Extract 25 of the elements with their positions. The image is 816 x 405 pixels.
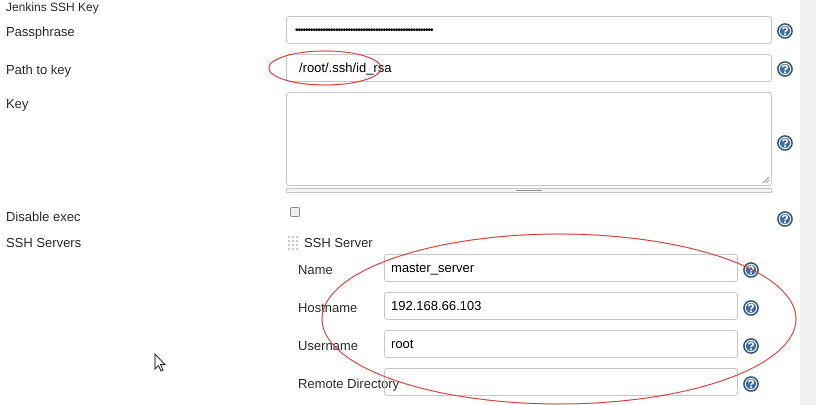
drag-handle-icon[interactable]: [288, 236, 298, 250]
section-title: Jenkins SSH Key: [6, 0, 100, 14]
field-label: Remote Directory: [298, 376, 400, 391]
help-icon[interactable]: [777, 61, 793, 77]
field-label: Key: [6, 96, 28, 111]
help-icon[interactable]: [743, 262, 759, 278]
field-label: Path to key: [6, 62, 72, 77]
password-field[interactable]: •••••••••••••••••••••••••••••••••••••••••••••••••••••••: [286, 16, 772, 44]
text-field[interactable]: root: [384, 330, 738, 358]
help-icon[interactable]: [777, 135, 793, 151]
resize-grip-icon[interactable]: [762, 176, 770, 184]
help-icon[interactable]: [777, 23, 793, 39]
mouse-cursor-icon: [154, 352, 166, 372]
server-title: SSH Server: [304, 234, 373, 252]
checkbox[interactable]: [290, 207, 300, 217]
field-label: Passphrase: [6, 24, 75, 39]
help-icon[interactable]: [743, 376, 759, 392]
text-field[interactable]: 192.168.66.103: [384, 292, 738, 320]
help-icon[interactable]: [777, 211, 793, 227]
field-label: SSH Servers: [6, 235, 82, 250]
field-label: Disable exec: [6, 209, 80, 224]
help-icon[interactable]: [743, 338, 759, 354]
text-field[interactable]: master_server: [384, 254, 738, 282]
help-icon[interactable]: [743, 300, 759, 316]
field-label: Name: [298, 262, 333, 277]
